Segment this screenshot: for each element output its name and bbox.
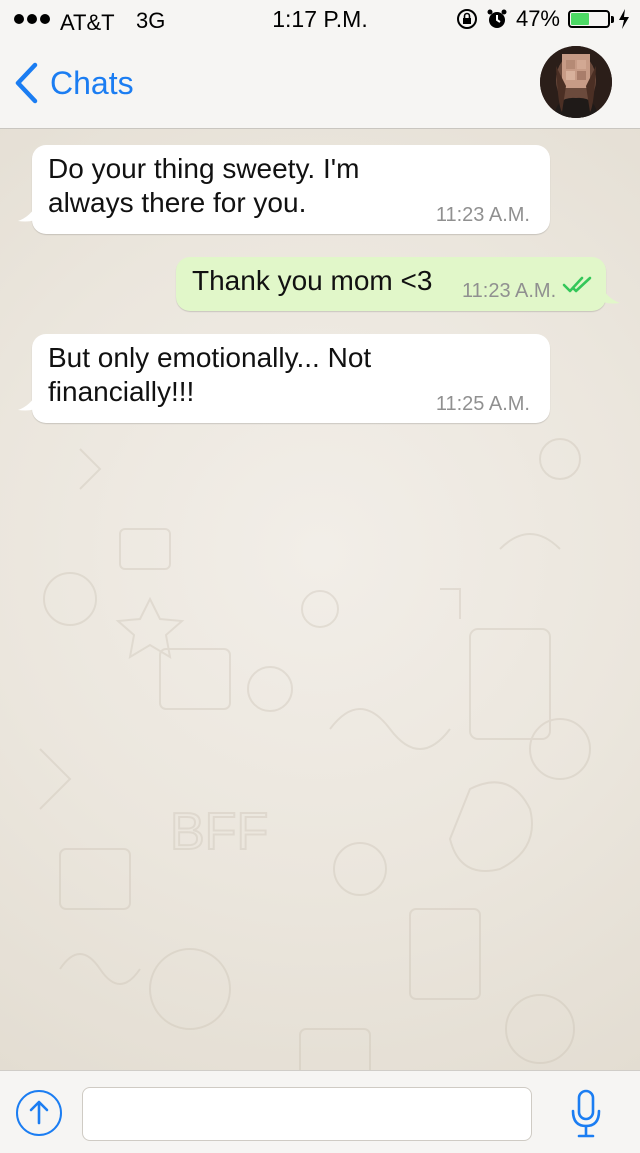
message-timestamp: 11:23 A.M. <box>435 204 530 226</box>
contact-avatar[interactable] <box>540 46 612 118</box>
read-receipt-icon <box>562 276 592 293</box>
message-bubble-outgoing[interactable]: Thank you mom <3 11:23 A.M. <box>176 257 620 311</box>
microphone-icon[interactable] <box>568 1089 604 1139</box>
orientation-lock-icon <box>456 9 477 29</box>
back-button[interactable]: Chats <box>14 62 134 104</box>
alarm-icon <box>487 9 507 28</box>
share-upload-icon <box>29 1100 49 1125</box>
message-composer <box>0 1070 640 1153</box>
share-upload-button[interactable] <box>16 1090 62 1136</box>
back-label: Chats <box>50 64 134 101</box>
svg-text:BFF: BFF <box>170 803 268 861</box>
bubble-tail <box>18 203 38 222</box>
battery-level-fill <box>571 13 589 25</box>
message-text: Do your thing sweety. I'm always there f… <box>48 153 360 218</box>
status-bar: AT&T 3G 1:17 P.M. 47% <box>0 0 640 40</box>
message-text: Thank you mom <3 <box>192 265 433 296</box>
message-timestamp: 11:23 A.M. <box>462 280 557 302</box>
status-right-group: 47% <box>456 6 630 32</box>
chat-header: Chats <box>0 40 640 129</box>
message-text: But only emotionally... Not financially!… <box>48 342 372 407</box>
battery-percentage: 47% <box>515 6 560 31</box>
message-list[interactable]: BFF Do your thing sweety. I'm always the… <box>0 129 640 1070</box>
chevron-left-icon <box>15 62 38 104</box>
bubble-tail <box>18 392 38 411</box>
battery-icon <box>568 10 614 28</box>
message-input[interactable] <box>82 1087 532 1141</box>
avatar-image <box>540 46 612 118</box>
bubble-tail <box>600 285 620 304</box>
message-bubble-incoming[interactable]: Do your thing sweety. I'm always there f… <box>18 145 550 234</box>
message-timestamp: 11:25 A.M. <box>435 393 530 415</box>
charging-icon <box>619 9 629 29</box>
message-bubble-incoming[interactable]: But only emotionally... Not financially!… <box>18 334 550 423</box>
